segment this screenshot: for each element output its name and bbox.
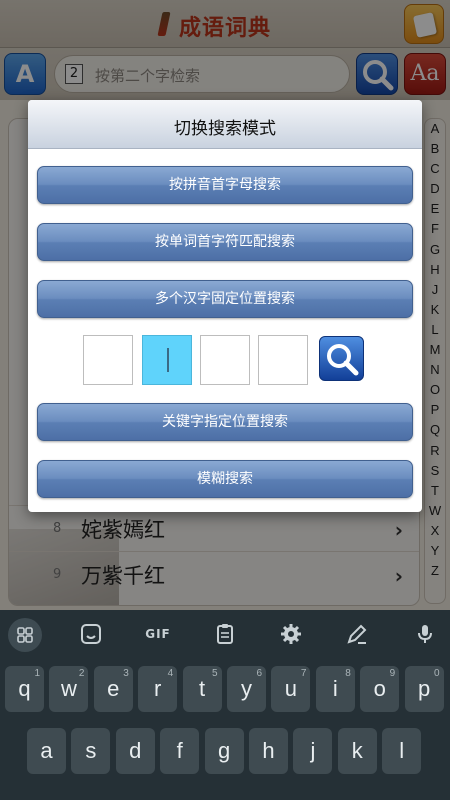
key-label: a [40, 738, 53, 763]
key[interactable]: r4 [138, 666, 178, 712]
word-initial-match-search-button[interactable]: 按单词首字符匹配搜索 [37, 223, 413, 261]
key-number-hint: 7 [300, 668, 307, 679]
dialog-search-button[interactable] [319, 336, 364, 381]
key[interactable]: p0 [404, 666, 444, 712]
key[interactable]: t5 [182, 666, 222, 712]
key-label: l [399, 738, 405, 763]
key[interactable]: w2 [49, 666, 89, 712]
key-label: i [332, 676, 338, 701]
key-label: s [85, 738, 97, 763]
key-label: y [241, 676, 252, 701]
key-label: f [176, 738, 183, 763]
soft-keyboard: GIF q 1 w 2 e 3 r 4 t 5 y 6 u 7 i 8 o 9 … [0, 610, 450, 800]
key-label: u [284, 676, 298, 701]
key[interactable]: l [382, 728, 422, 774]
fixed-position-search-button[interactable]: 多个汉字固定位置搜索 [37, 280, 413, 318]
key-number-hint: 8 [345, 668, 351, 679]
key-label: q [18, 676, 31, 701]
key-label: w [60, 676, 77, 701]
key-label: e [107, 676, 120, 701]
key-label: r [154, 676, 162, 701]
keyword-position-search-button[interactable]: 关键字指定位置搜索 [37, 403, 413, 441]
key-number-hint: 3 [123, 668, 129, 679]
key-number-hint: 2 [78, 668, 85, 679]
key-label: g [217, 738, 231, 763]
key[interactable]: o9 [360, 666, 400, 712]
settings-icon[interactable] [279, 622, 303, 646]
text-cursor [167, 348, 169, 372]
key-number-hint: 9 [389, 668, 396, 679]
fuzzy-search-button[interactable]: 模糊搜索 [37, 460, 413, 498]
key[interactable]: a [27, 728, 66, 774]
key-label: j [310, 738, 316, 763]
key[interactable]: g [204, 728, 244, 774]
key[interactable]: u7 [271, 666, 311, 712]
key-label: o [373, 676, 386, 701]
key[interactable]: f [160, 728, 200, 774]
key[interactable]: k [337, 728, 377, 774]
char-input-2[interactable] [142, 335, 192, 385]
clipboard-icon[interactable] [213, 622, 237, 646]
magnifier-icon [327, 344, 359, 376]
dialog-header: 切换搜索模式 [28, 100, 422, 149]
pinyin-initial-search-button[interactable]: 按拼音首字母搜索 [37, 166, 413, 204]
key[interactable]: i8 [315, 666, 355, 712]
key[interactable]: y6 [227, 666, 266, 712]
microphone-icon[interactable] [413, 622, 437, 646]
dialog-title: 切换搜索模式 [174, 119, 276, 139]
search-mode-dialog: 切换搜索模式 按拼音首字母搜索 按单词首字符匹配搜索 多个汉字固定位置搜索 关键… [28, 100, 422, 512]
key-number-hint: 6 [256, 668, 262, 679]
apps-grid-icon[interactable] [8, 618, 42, 652]
key[interactable]: h [249, 728, 288, 774]
key[interactable]: j [293, 728, 333, 774]
sticker-icon[interactable] [79, 622, 103, 646]
keyboard-toolbar: GIF [0, 610, 450, 658]
char-input-1[interactable] [83, 335, 133, 385]
key[interactable]: d [115, 728, 155, 774]
key[interactable]: q1 [5, 666, 44, 712]
key-label: h [262, 738, 275, 763]
char-input-3[interactable] [200, 335, 250, 385]
edit-pen-icon[interactable] [345, 622, 369, 646]
gif-icon[interactable]: GIF [143, 622, 173, 646]
char-input-4[interactable] [258, 335, 308, 385]
key[interactable]: s [71, 728, 111, 774]
key-label: d [129, 738, 142, 763]
key-label: p [417, 676, 431, 701]
key[interactable]: e3 [93, 666, 133, 712]
key-number-hint: 1 [34, 668, 40, 679]
key-number-hint: 5 [212, 668, 218, 679]
key-number-hint: 4 [167, 668, 174, 679]
key-label: t [199, 676, 206, 701]
key-number-hint: 0 [434, 668, 440, 679]
key-label: k [351, 738, 363, 763]
